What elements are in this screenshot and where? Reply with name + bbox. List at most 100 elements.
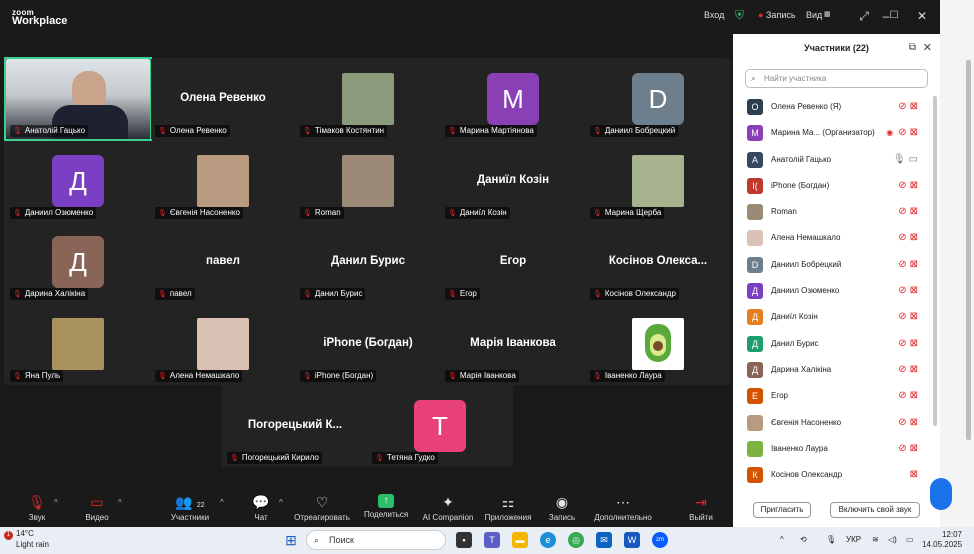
- recording-label[interactable]: Запись: [766, 10, 796, 20]
- video-tile[interactable]: М 🎙 Марина Мартіянова: [441, 59, 585, 139]
- edge-icon[interactable]: e: [540, 532, 556, 548]
- video-tile[interactable]: 🎙 Іваненко Лаура: [586, 303, 730, 384]
- video-tile[interactable]: 🎙 Яна Пуль: [6, 303, 150, 384]
- task-view-icon[interactable]: ▪: [456, 532, 472, 548]
- chrome-icon[interactable]: ◎: [568, 532, 584, 548]
- grid-icon[interactable]: ▦: [824, 10, 831, 18]
- participant-row[interactable]: Д Данил Бурис ⊘⊠: [733, 331, 933, 357]
- tile-caption: 🎙 Егор: [445, 288, 480, 300]
- wifi-icon[interactable]: ≋: [872, 535, 879, 544]
- video-tile[interactable]: 🎙 Марина Щерба: [586, 140, 730, 221]
- video-tile[interactable]: Погорецький К... 🎙 Погорецький Кирило: [223, 386, 367, 466]
- participant-row[interactable]: О Олена Ревенко (Я) ⊘⊠: [733, 94, 933, 120]
- participant-row[interactable]: Іваненко Лаура ⊘⊠: [733, 436, 933, 462]
- video-options-chevron-icon[interactable]: ^: [118, 498, 122, 507]
- audio-options-chevron-icon[interactable]: ^: [54, 498, 58, 507]
- video-tile[interactable]: Егор 🎙 Егор: [441, 222, 585, 302]
- shield-icon[interactable]: ⛨: [735, 8, 744, 23]
- view-button[interactable]: Вид: [806, 10, 822, 20]
- panel-scrollbar[interactable]: [933, 96, 937, 426]
- participant-row[interactable]: Алена Немашкало ⊘⊠: [733, 225, 933, 251]
- video-tile[interactable]: Косінов Олекса... 🎙 Косінов Олександр: [586, 222, 730, 302]
- fullscreen-icon[interactable]: ⤢: [856, 8, 872, 24]
- tile-caption: 🎙 Алена Немашкало: [155, 369, 243, 382]
- ai-companion-button[interactable]: ✦ AI Companion: [422, 494, 474, 522]
- video-tile[interactable]: Марія Іванкова 🎙 Марія Іванкова: [441, 303, 585, 384]
- apps-button[interactable]: ⚏ Приложения: [484, 494, 532, 522]
- participant-row[interactable]: Д Дарина Халікіна ⊘⊠: [733, 357, 933, 383]
- zoom-taskbar-icon[interactable]: zm: [652, 532, 668, 548]
- invite-button[interactable]: Пригласить: [753, 502, 811, 518]
- leave-button[interactable]: ⇥ Выйти: [688, 494, 714, 522]
- react-label: Отреагировать: [294, 513, 350, 522]
- participant-status-icons: ◉ ⊘⊠: [886, 127, 921, 138]
- volume-icon[interactable]: ◁): [888, 535, 897, 544]
- video-tile[interactable]: 🎙 Тімаков Костянтин: [296, 59, 440, 139]
- participant-row[interactable]: Roman ⊘⊠: [733, 199, 933, 225]
- more-button[interactable]: ⋯ Дополнительно: [592, 494, 654, 522]
- video-tile[interactable]: iPhone (Богдан) 🎙 iPhone (Богдан): [296, 303, 440, 384]
- signin-link[interactable]: Вход: [704, 10, 724, 20]
- video-tile[interactable]: Д 🎙 Даниил Озюменко: [6, 140, 150, 221]
- video-tile[interactable]: 🎙 Анатолій Гацько: [4, 57, 152, 141]
- participant-name: Олена Ревенко: [169, 126, 227, 135]
- tile-caption: 🎙 Марія Іванкова: [445, 369, 519, 382]
- teams-icon[interactable]: T: [484, 532, 500, 548]
- video-tile[interactable]: Данил Бурис 🎙 Данил Бурис: [296, 222, 440, 302]
- copilot-icon[interactable]: ⟲: [800, 535, 807, 544]
- participant-row[interactable]: Д Даниил Озюменко ⊘⊠: [733, 278, 933, 304]
- participant-row[interactable]: Д Даниїл Козін ⊘⊠: [733, 304, 933, 330]
- tray-chevron-icon[interactable]: ^: [780, 535, 784, 544]
- participant-avatar: А: [747, 151, 763, 168]
- language-indicator[interactable]: УКР: [846, 535, 861, 544]
- participant-row[interactable]: К Косінов Олександр ⊠: [733, 462, 933, 488]
- weather-temp: 14°C: [16, 529, 34, 538]
- taskbar-search[interactable]: ⌕ Поиск: [306, 530, 446, 550]
- video-tile[interactable]: 🎙 Євгенія Насоненко: [151, 140, 295, 221]
- file-explorer-icon[interactable]: ▬: [512, 532, 528, 548]
- participant-row[interactable]: Євгенія Насоненко ⊘⊠: [733, 410, 933, 436]
- video-tile[interactable]: D 🎙 Даниил Бобрецкий: [586, 59, 730, 139]
- mic-muted-icon: 🎙: [593, 128, 602, 135]
- popout-icon[interactable]: ⧉: [909, 42, 916, 53]
- mic-muted-icon: 🎙: [375, 455, 384, 462]
- unmute-myself-button[interactable]: Включить свой звук: [830, 502, 920, 518]
- start-icon[interactable]: ⊞: [283, 532, 299, 548]
- participant-status-icons: ⊘⊠: [898, 443, 921, 454]
- close-icon[interactable]: ✕: [914, 8, 930, 24]
- participants-button[interactable]: 👥 22 Участники: [168, 494, 212, 522]
- chat-button[interactable]: 💬 Чат: [252, 494, 270, 522]
- participant-row[interactable]: D Даниил Бобрецкий ⊘⊠: [733, 252, 933, 278]
- video-tile[interactable]: Т 🎙 Тетяна Гудко: [368, 386, 512, 466]
- weather-widget[interactable]: 1 14°C Light rain: [4, 529, 49, 550]
- participant-name: павел: [169, 289, 192, 298]
- battery-icon[interactable]: ▭: [906, 535, 914, 544]
- participant-row[interactable]: I(iPhone (Богдан) ⊘⊠: [733, 173, 933, 199]
- react-button[interactable]: ♡ Отреагировать: [294, 494, 350, 522]
- mic-tray-icon[interactable]: 🎙: [826, 535, 836, 544]
- camera-off-icon: ⊠: [909, 101, 921, 112]
- panel-close-icon[interactable]: ✕: [923, 41, 932, 54]
- video-tile[interactable]: 🎙 Алена Немашкало: [151, 303, 295, 384]
- video-tile[interactable]: Даниїл Козін 🎙 Даниїл Козін: [441, 140, 585, 221]
- restore-icon[interactable]: ☐: [886, 8, 902, 24]
- word-icon[interactable]: W: [624, 532, 640, 548]
- participant-search-input[interactable]: ⌕ Найти участника: [745, 69, 928, 88]
- video-button[interactable]: ▭ Видео: [84, 494, 110, 522]
- tile-caption: 🎙 Даниил Бобрецкий: [590, 125, 679, 137]
- record-button[interactable]: ◉ Запись: [548, 494, 576, 522]
- clock[interactable]: 12:07 14.05.2025: [922, 530, 962, 550]
- video-tile[interactable]: павел 🎙 павел: [151, 222, 295, 302]
- video-tile[interactable]: Д 🎙 Дарина Халікіна: [6, 222, 150, 302]
- video-tile[interactable]: 🎙 Roman: [296, 140, 440, 221]
- participant-row[interactable]: М Марина Ма... (Организатор) ◉ ⊘⊠: [733, 120, 933, 146]
- video-tile[interactable]: Олена Ревенко 🎙 Олена Ревенко: [151, 59, 295, 139]
- chat-options-chevron-icon[interactable]: ^: [279, 498, 283, 507]
- participant-row[interactable]: А Анатолій Гацько 🎙▭: [733, 147, 933, 173]
- share-button[interactable]: ↑ Поделиться: [364, 494, 408, 519]
- audio-button[interactable]: 🎙 Звук: [24, 494, 50, 522]
- participants-options-chevron-icon[interactable]: ^: [220, 498, 224, 507]
- participant-row[interactable]: Е Егор ⊘⊠: [733, 383, 933, 409]
- outlook-icon[interactable]: ✉: [596, 532, 612, 548]
- search-icon: ⌕: [751, 73, 757, 83]
